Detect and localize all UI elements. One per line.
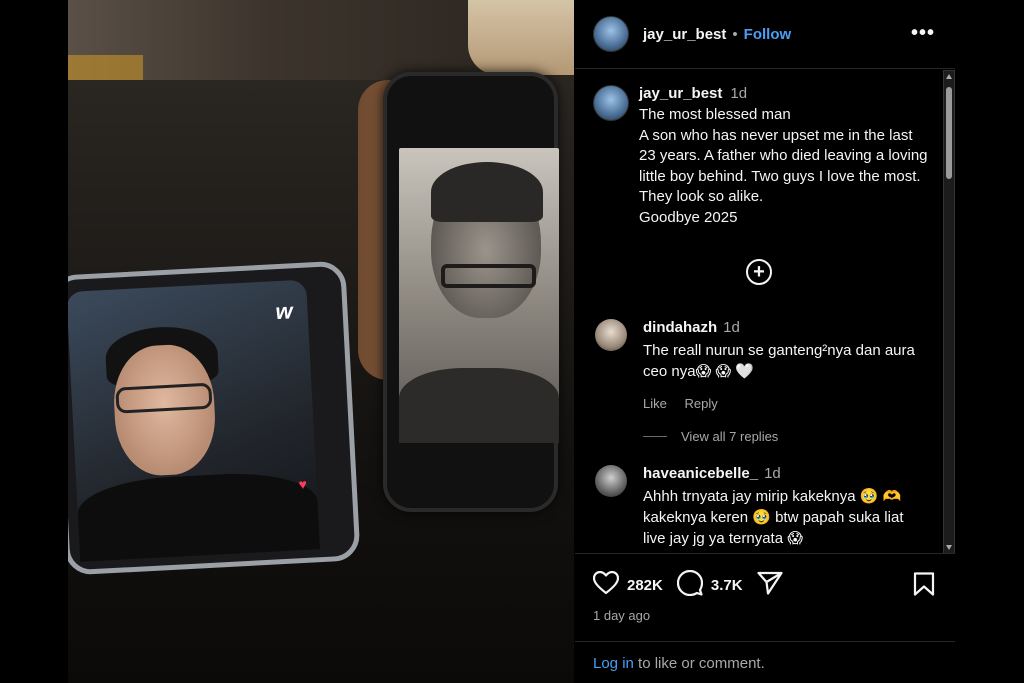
portrait-suit bbox=[399, 368, 559, 443]
photo-hand-top bbox=[468, 0, 574, 75]
login-suffix: to like or comment. bbox=[633, 655, 765, 672]
view-replies-button[interactable]: View all 7 replies bbox=[643, 429, 778, 444]
post-caption: jay_ur_best 1d The most blessed man A son… bbox=[593, 85, 928, 228]
engagement-row: 282K 3.7K bbox=[592, 569, 783, 601]
reply-button[interactable]: Reply bbox=[684, 396, 717, 411]
scroll-up-arrow-icon[interactable] bbox=[946, 74, 952, 79]
scroll-down-arrow-icon[interactable] bbox=[946, 545, 952, 550]
follow-button[interactable]: Follow bbox=[744, 26, 792, 43]
login-prompt: Log in to like or comment. bbox=[575, 641, 955, 683]
like-comment-button[interactable]: Like bbox=[643, 396, 667, 411]
bookmark-icon[interactable] bbox=[913, 572, 935, 601]
heart-icon[interactable] bbox=[592, 570, 620, 600]
plus-circle-icon[interactable]: + bbox=[746, 259, 772, 285]
author-username[interactable]: jay_ur_best bbox=[643, 26, 726, 43]
photo-selfie-screen: w ♥ bbox=[68, 279, 321, 562]
portrait-hair bbox=[431, 162, 543, 222]
commenter-avatar[interactable] bbox=[595, 319, 627, 351]
author-avatar[interactable] bbox=[593, 16, 629, 52]
selfie-glasses bbox=[115, 382, 213, 414]
post-header: jay_ur_best • Follow ••• bbox=[575, 0, 955, 68]
photo-vintage-portrait bbox=[399, 148, 559, 443]
scrollbar-thumb[interactable] bbox=[946, 87, 952, 179]
comment-icon[interactable] bbox=[676, 569, 703, 601]
caption-time: 1d bbox=[730, 85, 748, 102]
caption-username[interactable]: jay_ur_best bbox=[639, 85, 722, 102]
likes-count: 282K bbox=[627, 577, 663, 594]
login-link[interactable]: Log in bbox=[593, 655, 634, 672]
separator-dot: • bbox=[732, 25, 738, 43]
comments-scrollbar[interactable] bbox=[943, 70, 955, 554]
post-action-bar: 282K 3.7K 1 day ago Log in to like or co… bbox=[575, 553, 955, 683]
comment-actions: Like Reply bbox=[643, 396, 925, 411]
comment-username[interactable]: haveanicebelle_ bbox=[643, 465, 758, 482]
heart-icon: ♥ bbox=[298, 475, 308, 493]
comment-text: The reall nurun se ganteng²nya dan aura … bbox=[643, 342, 915, 380]
selfie-body bbox=[76, 469, 321, 562]
view-replies-label: View all 7 replies bbox=[681, 429, 779, 444]
post-time-ago: 1 day ago bbox=[593, 608, 651, 623]
share-icon[interactable] bbox=[756, 571, 783, 600]
comment-time: 1d bbox=[764, 465, 781, 482]
commenter-avatar[interactable] bbox=[595, 465, 627, 497]
caption-avatar[interactable] bbox=[593, 85, 629, 121]
comment-item: haveanicebelle_ 1d Ahhh trnyata jay mirip… bbox=[595, 465, 925, 549]
caption-text: The most blessed man A son who has never… bbox=[639, 106, 928, 226]
page-margin-right bbox=[955, 0, 1024, 683]
more-options-icon[interactable]: ••• bbox=[911, 22, 935, 45]
portrait-glasses bbox=[441, 264, 536, 288]
photo-phone-selfie: w ♥ bbox=[68, 260, 361, 576]
photo-phone-portrait bbox=[383, 72, 559, 512]
post-photo[interactable]: w ♥ bbox=[68, 0, 574, 683]
comment-time: 1d bbox=[723, 319, 740, 336]
comment-text: Ahhh trnyata jay mirip kakeknya 🥹 🫶 kake… bbox=[643, 488, 904, 547]
post-side-panel: jay_ur_best • Follow ••• jay_ur_best 1d T… bbox=[575, 0, 955, 683]
weverse-logo: w bbox=[274, 298, 294, 325]
replies-divider bbox=[643, 436, 667, 437]
comments-list[interactable]: jay_ur_best 1d The most blessed man A son… bbox=[575, 68, 955, 553]
comments-count: 3.7K bbox=[710, 577, 743, 594]
comment-item: dindahazh 1d The reall nurun se ganteng²n… bbox=[595, 319, 925, 411]
comment-username[interactable]: dindahazh bbox=[643, 319, 717, 336]
